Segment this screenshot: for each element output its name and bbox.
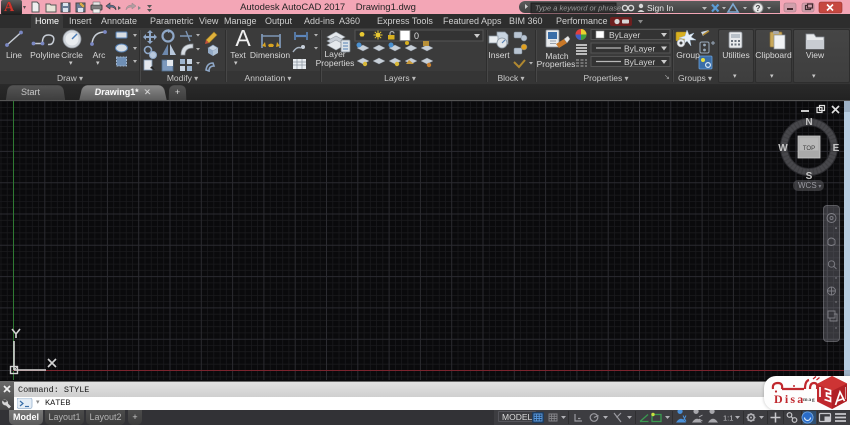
svg-text:1:1: 1:1 [723,414,733,423]
svg-text:ByLayer: ByLayer [609,30,640,40]
svg-text:?: ? [756,4,761,13]
svg-text:ByLayer: ByLayer [624,44,655,54]
svg-text:Disa: Disa [774,392,805,406]
svg-text:Type a keyword or phrase: Type a keyword or phrase [535,4,621,13]
svg-text:TOP: TOP [803,146,815,152]
svg-text:ByLayer: ByLayer [624,57,655,67]
svg-text:Sign In: Sign In [647,3,674,13]
svg-text:mag: mag [803,397,815,403]
svg-text:W: W [778,143,788,154]
svg-text:0: 0 [414,31,419,41]
svg-text:E: E [833,143,840,154]
svg-text:N: N [805,117,812,128]
